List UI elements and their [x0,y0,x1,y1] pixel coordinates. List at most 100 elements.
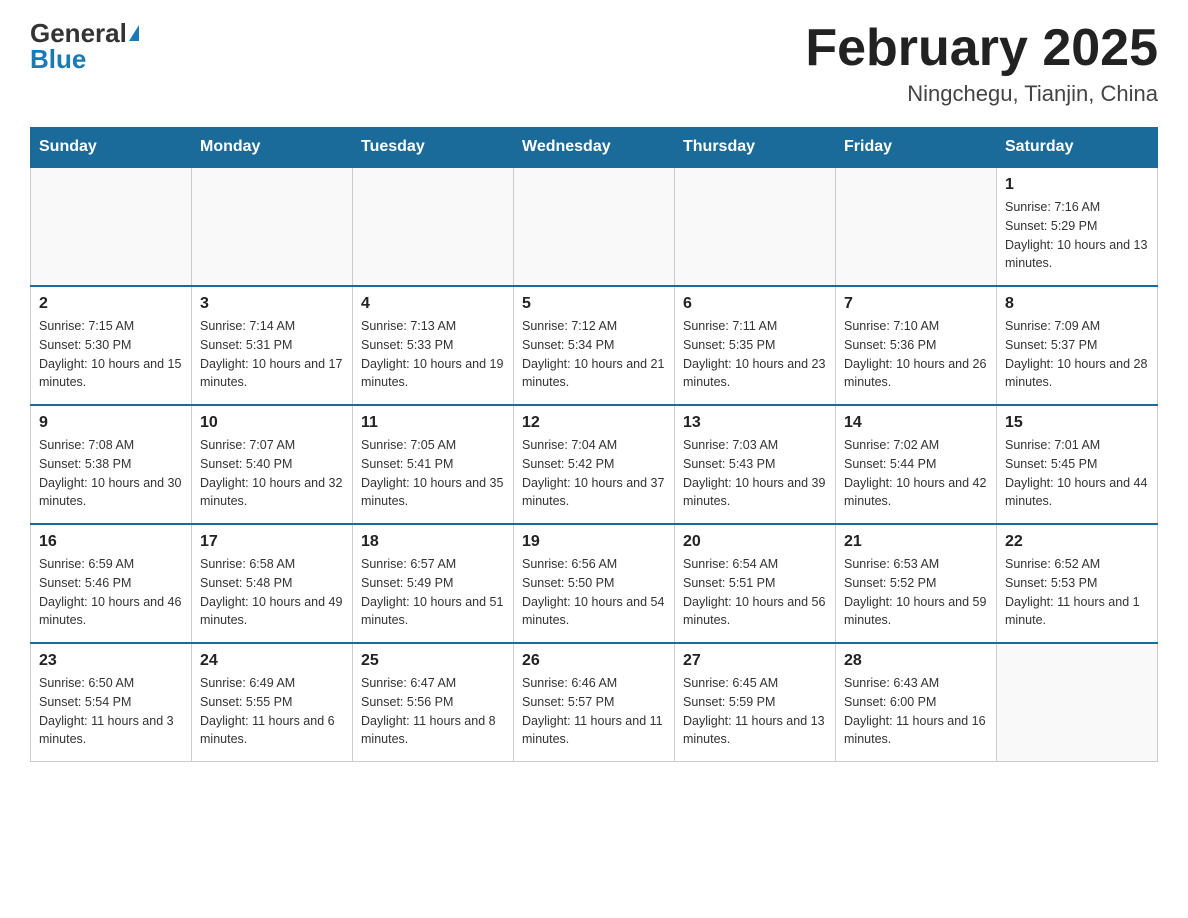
calendar-cell [353,167,514,286]
logo-triangle-icon [129,25,139,41]
calendar-title: February 2025 [805,20,1158,77]
calendar-week-row: 9Sunrise: 7:08 AMSunset: 5:38 PMDaylight… [31,405,1158,524]
calendar-header-wednesday: Wednesday [514,128,675,168]
calendar-table: SundayMondayTuesdayWednesdayThursdayFrid… [30,127,1158,762]
day-info: Sunrise: 6:46 AMSunset: 5:57 PMDaylight:… [522,674,666,749]
day-number: 23 [39,652,183,670]
calendar-subtitle: Ningchegu, Tianjin, China [805,81,1158,107]
day-number: 2 [39,295,183,313]
calendar-week-row: 16 Sunrise: 6:59 AMSunset: 5:46 PMDayligh… [31,524,1158,643]
day-info: Sunrise: 7:02 AMSunset: 5:44 PMDaylight:… [844,436,988,511]
calendar-cell: 2 Sunrise: 7:15 AMSunset: 5:30 PMDaylight… [31,286,192,405]
day-info: Sunrise: 6:43 AMSunset: 6:00 PMDaylight:… [844,674,988,749]
day-number: 13 [683,414,827,432]
day-number: 20 [683,533,827,551]
logo-general-text: General [30,20,127,46]
calendar-cell [836,167,997,286]
logo-blue-text: Blue [30,46,86,72]
calendar-cell: 8Sunrise: 7:09 AMSunset: 5:37 PMDaylight… [997,286,1158,405]
day-number: 3 [200,295,344,313]
day-number: 17 [200,533,344,551]
day-number: 19 [522,533,666,551]
calendar-cell: 26 Sunrise: 6:46 AMSunset: 5:57 PMDayligh… [514,643,675,762]
calendar-cell: 9Sunrise: 7:08 AMSunset: 5:38 PMDaylight… [31,405,192,524]
calendar-cell: 5 Sunrise: 7:12 AMSunset: 5:34 PMDaylight… [514,286,675,405]
day-number: 7 [844,295,988,313]
day-info: Sunrise: 6:49 AMSunset: 5:55 PMDaylight:… [200,674,344,749]
page-header: General Blue February 2025 Ningchegu, Ti… [30,20,1158,107]
day-info: Sunrise: 7:10 AMSunset: 5:36 PMDaylight:… [844,317,988,392]
calendar-cell: 15 Sunrise: 7:01 AMSunset: 5:45 PMDayligh… [997,405,1158,524]
calendar-header-saturday: Saturday [997,128,1158,168]
day-number: 5 [522,295,666,313]
day-info: Sunrise: 6:53 AMSunset: 5:52 PMDaylight:… [844,555,988,630]
calendar-cell: 12Sunrise: 7:04 AMSunset: 5:42 PMDayligh… [514,405,675,524]
day-number: 4 [361,295,505,313]
day-info: Sunrise: 7:13 AMSunset: 5:33 PMDaylight:… [361,317,505,392]
day-number: 15 [1005,414,1149,432]
calendar-cell [192,167,353,286]
calendar-header-friday: Friday [836,128,997,168]
calendar-cell: 20 Sunrise: 6:54 AMSunset: 5:51 PMDayligh… [675,524,836,643]
day-number: 12 [522,414,666,432]
day-info: Sunrise: 6:59 AMSunset: 5:46 PMDaylight:… [39,555,183,630]
calendar-cell [997,643,1158,762]
day-number: 21 [844,533,988,551]
day-number: 22 [1005,533,1149,551]
calendar-cell: 16 Sunrise: 6:59 AMSunset: 5:46 PMDayligh… [31,524,192,643]
day-info: Sunrise: 7:01 AMSunset: 5:45 PMDaylight:… [1005,436,1149,511]
day-number: 8 [1005,295,1149,313]
calendar-header-thursday: Thursday [675,128,836,168]
calendar-cell [675,167,836,286]
calendar-cell: 28Sunrise: 6:43 AMSunset: 6:00 PMDayligh… [836,643,997,762]
calendar-cell: 1Sunrise: 7:16 AMSunset: 5:29 PMDaylight… [997,167,1158,286]
day-info: Sunrise: 6:45 AMSunset: 5:59 PMDaylight:… [683,674,827,749]
day-info: Sunrise: 6:57 AMSunset: 5:49 PMDaylight:… [361,555,505,630]
day-info: Sunrise: 7:03 AMSunset: 5:43 PMDaylight:… [683,436,827,511]
calendar-cell: 4 Sunrise: 7:13 AMSunset: 5:33 PMDaylight… [353,286,514,405]
calendar-cell: 21 Sunrise: 6:53 AMSunset: 5:52 PMDayligh… [836,524,997,643]
calendar-week-row: 23 Sunrise: 6:50 AMSunset: 5:54 PMDayligh… [31,643,1158,762]
day-number: 25 [361,652,505,670]
calendar-cell: 10 Sunrise: 7:07 AMSunset: 5:40 PMDayligh… [192,405,353,524]
day-number: 10 [200,414,344,432]
day-info: Sunrise: 7:15 AMSunset: 5:30 PMDaylight:… [39,317,183,392]
day-info: Sunrise: 6:58 AMSunset: 5:48 PMDaylight:… [200,555,344,630]
day-number: 18 [361,533,505,551]
calendar-cell: 11 Sunrise: 7:05 AMSunset: 5:41 PMDayligh… [353,405,514,524]
day-info: Sunrise: 7:14 AMSunset: 5:31 PMDaylight:… [200,317,344,392]
calendar-cell: 3 Sunrise: 7:14 AMSunset: 5:31 PMDaylight… [192,286,353,405]
calendar-cell: 27 Sunrise: 6:45 AMSunset: 5:59 PMDayligh… [675,643,836,762]
calendar-cell: 24 Sunrise: 6:49 AMSunset: 5:55 PMDayligh… [192,643,353,762]
day-info: Sunrise: 6:47 AMSunset: 5:56 PMDaylight:… [361,674,505,749]
logo: General Blue [30,20,139,72]
day-info: Sunrise: 6:56 AMSunset: 5:50 PMDaylight:… [522,555,666,630]
title-section: February 2025 Ningchegu, Tianjin, China [805,20,1158,107]
day-number: 16 [39,533,183,551]
day-info: Sunrise: 6:54 AMSunset: 5:51 PMDaylight:… [683,555,827,630]
calendar-cell: 23 Sunrise: 6:50 AMSunset: 5:54 PMDayligh… [31,643,192,762]
calendar-week-row: 2 Sunrise: 7:15 AMSunset: 5:30 PMDaylight… [31,286,1158,405]
calendar-cell: 25 Sunrise: 6:47 AMSunset: 5:56 PMDayligh… [353,643,514,762]
day-number: 27 [683,652,827,670]
calendar-cell: 22 Sunrise: 6:52 AMSunset: 5:53 PMDayligh… [997,524,1158,643]
day-info: Sunrise: 7:11 AMSunset: 5:35 PMDaylight:… [683,317,827,392]
day-info: Sunrise: 7:12 AMSunset: 5:34 PMDaylight:… [522,317,666,392]
day-info: Sunrise: 7:05 AMSunset: 5:41 PMDaylight:… [361,436,505,511]
day-info: Sunrise: 7:07 AMSunset: 5:40 PMDaylight:… [200,436,344,511]
calendar-cell: 19 Sunrise: 6:56 AMSunset: 5:50 PMDayligh… [514,524,675,643]
day-number: 9 [39,414,183,432]
day-number: 11 [361,414,505,432]
calendar-cell: 7 Sunrise: 7:10 AMSunset: 5:36 PMDaylight… [836,286,997,405]
day-number: 1 [1005,176,1149,194]
day-info: Sunrise: 6:50 AMSunset: 5:54 PMDaylight:… [39,674,183,749]
calendar-cell [514,167,675,286]
calendar-header-sunday: Sunday [31,128,192,168]
calendar-cell: 14 Sunrise: 7:02 AMSunset: 5:44 PMDayligh… [836,405,997,524]
day-number: 14 [844,414,988,432]
day-info: Sunrise: 6:52 AMSunset: 5:53 PMDaylight:… [1005,555,1149,630]
calendar-cell: 6Sunrise: 7:11 AMSunset: 5:35 PMDaylight… [675,286,836,405]
day-number: 26 [522,652,666,670]
calendar-header-monday: Monday [192,128,353,168]
day-number: 24 [200,652,344,670]
